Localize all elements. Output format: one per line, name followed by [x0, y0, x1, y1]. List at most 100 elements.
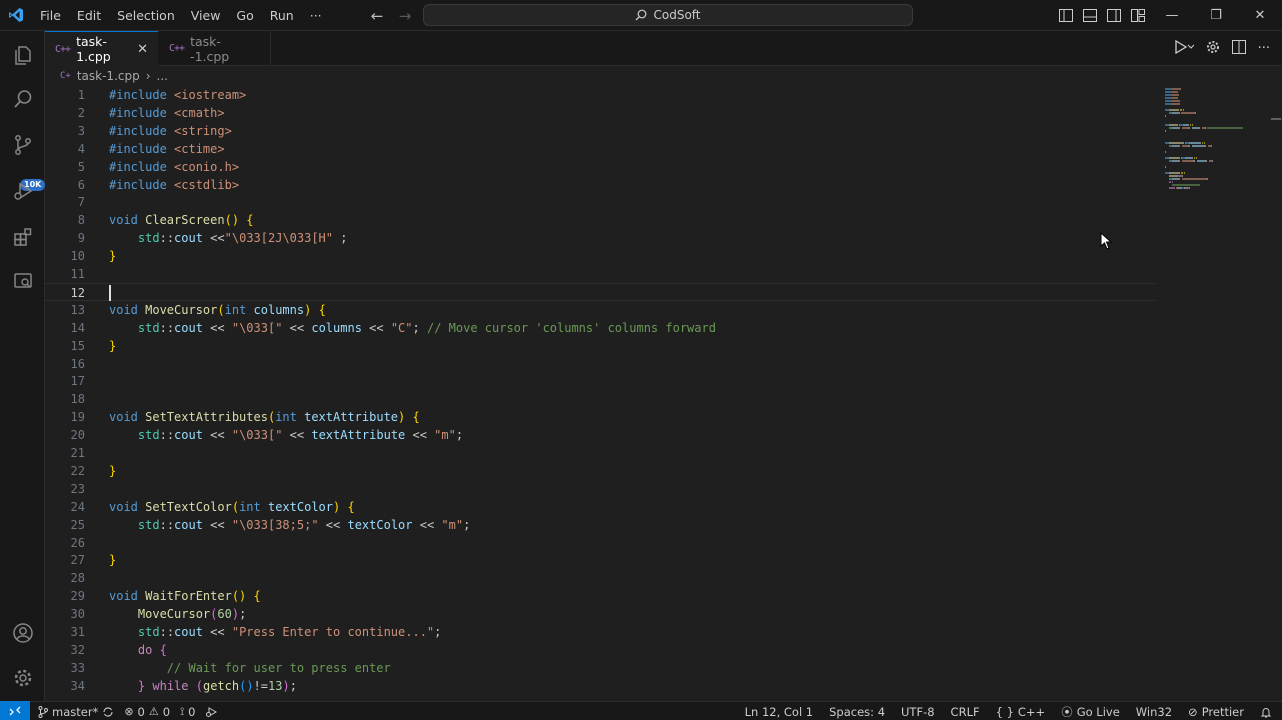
- minimize-button[interactable]: —: [1150, 0, 1194, 31]
- close-tab-icon[interactable]: ✕: [137, 42, 148, 57]
- split-editor-icon[interactable]: [1231, 40, 1246, 57]
- code-token: {: [318, 302, 326, 317]
- debug-launch-status[interactable]: [205, 706, 218, 718]
- close-window-button[interactable]: ✕: [1238, 0, 1282, 31]
- code-line[interactable]: 27}: [45, 551, 1155, 569]
- menu-edit[interactable]: Edit: [69, 0, 109, 31]
- code-line[interactable]: 10}: [45, 247, 1155, 265]
- remote-explorer-icon[interactable]: [0, 259, 45, 303]
- tab-task-1-cpp[interactable]: C++ task-1.cpp ✕: [45, 31, 158, 66]
- code-line[interactable]: 18: [45, 390, 1155, 408]
- code-line[interactable]: 1 #include <iostream>: [45, 86, 1155, 104]
- code-line[interactable]: 26: [45, 534, 1155, 552]
- search-view-icon[interactable]: [0, 77, 45, 121]
- toggle-secondary-sidebar-icon[interactable]: [1104, 6, 1124, 26]
- code-text: std::cout << "\033[" << textAttribute <<…: [109, 426, 463, 444]
- menu-more[interactable]: ···: [302, 0, 330, 31]
- explorer-icon[interactable]: [0, 33, 45, 77]
- code-line[interactable]: 22}: [45, 462, 1155, 480]
- minimap[interactable]: [1161, 86, 1261, 386]
- encoding[interactable]: UTF-8: [901, 705, 935, 719]
- branch-status[interactable]: master*: [38, 705, 114, 719]
- accounts-icon[interactable]: [0, 611, 45, 655]
- code-line[interactable]: 3 #include <string>: [45, 122, 1155, 140]
- line-ending[interactable]: CRLF: [951, 705, 980, 719]
- back-arrow-icon[interactable]: ←: [366, 7, 388, 25]
- branch-name: master*: [52, 704, 99, 719]
- run-debug-icon[interactable]: [0, 169, 45, 213]
- code-token: textAttribute: [311, 428, 406, 443]
- code-line[interactable]: 13 void MoveCursor(int columns) {: [45, 301, 1155, 319]
- restore-button[interactable]: ❐: [1194, 0, 1238, 31]
- manage-gear-icon[interactable]: [0, 656, 45, 700]
- language-mode[interactable]: { } C++: [996, 705, 1046, 719]
- command-center-search[interactable]: CodSoft: [423, 4, 913, 26]
- run-code-icon[interactable]: [1174, 39, 1194, 57]
- cursor-position[interactable]: Ln 12, Col 1: [745, 705, 814, 719]
- code-line[interactable]: 25 std::cout << "\033[38;5;" << textColo…: [45, 516, 1155, 534]
- line-number: 13: [70, 302, 85, 317]
- code-token: void: [109, 213, 138, 228]
- code-line[interactable]: 30 MoveCursor(60);: [45, 605, 1155, 623]
- code-token: int: [239, 499, 261, 514]
- settings-gear-icon[interactable]: [1206, 40, 1220, 57]
- prettier-status[interactable]: ⊘ Prettier: [1188, 705, 1244, 719]
- code-line[interactable]: 29 void WaitForEnter() {: [45, 587, 1155, 605]
- menu-go[interactable]: Go: [228, 0, 261, 31]
- code-line[interactable]: 2 #include <cmath>: [45, 104, 1155, 122]
- go-live-button[interactable]: ⦿ Go Live: [1061, 704, 1120, 720]
- editor-tab-bar: C++ task-1.cpp ✕ C++ task--1.cpp ···: [45, 31, 1282, 66]
- code-line[interactable]: 19 void SetTextAttributes(int textAttribu…: [45, 408, 1155, 426]
- code-line[interactable]: 17: [45, 372, 1155, 390]
- code-line[interactable]: 8 void ClearScreen() {: [45, 211, 1155, 229]
- ports-status[interactable]: ⟟ 0: [180, 705, 195, 719]
- toggle-primary-sidebar-icon[interactable]: [1056, 6, 1076, 26]
- code-line[interactable]: 33 // Wait for user to press enter: [45, 659, 1155, 677]
- platform-config[interactable]: Win32: [1136, 705, 1172, 719]
- tab-task--1-cpp[interactable]: C++ task--1.cpp: [159, 31, 271, 66]
- code-line[interactable]: 20 std::cout << "\033[" << textAttribute…: [45, 426, 1155, 444]
- code-text: void ClearScreen() {: [109, 211, 254, 229]
- breadcrumb-file[interactable]: task-1.cpp: [77, 69, 140, 83]
- indentation[interactable]: Spaces: 4: [829, 705, 885, 719]
- code-text: }: [109, 337, 116, 355]
- remote-indicator[interactable]: [0, 701, 30, 720]
- code-line[interactable]: 24 void SetTextColor(int textColor) {: [45, 498, 1155, 516]
- menu-file[interactable]: File: [32, 0, 69, 31]
- code-line[interactable]: 15}: [45, 337, 1155, 355]
- code-line[interactable]: 34 } while (getch()!=13);: [45, 677, 1155, 695]
- code-line[interactable]: 21: [45, 444, 1155, 462]
- code-line[interactable]: 16: [45, 355, 1155, 373]
- code-line[interactable]: 4 #include <ctime>: [45, 140, 1155, 158]
- code-editor[interactable]: 1 #include <iostream> 2 #include <cmath> 3 #i…: [45, 86, 1282, 701]
- code-line[interactable]: 6 #include <cstdlib>: [45, 176, 1155, 194]
- code-line[interactable]: 14 std::cout << "\033[" << columns << "C…: [45, 319, 1155, 337]
- code-line[interactable]: 28: [45, 569, 1155, 587]
- more-actions-icon[interactable]: ···: [1258, 41, 1270, 56]
- menu-view[interactable]: View: [183, 0, 229, 31]
- problems-status[interactable]: ⊗ 0 ⚠ 0: [124, 705, 170, 719]
- code-line[interactable]: 5 #include <conio.h>: [45, 158, 1155, 176]
- code-token: {: [253, 589, 261, 604]
- code-line[interactable]: 11: [45, 265, 1155, 283]
- menu-run[interactable]: Run: [262, 0, 302, 31]
- code-line[interactable]: 32 do {: [45, 641, 1155, 659]
- code-line[interactable]: 9 std::cout <<"\033[2J\033[H" ;: [45, 229, 1155, 247]
- code-line[interactable]: 31 std::cout << "Press Enter to continue…: [45, 623, 1155, 641]
- extensions-icon[interactable]: [0, 215, 45, 259]
- code-line[interactable]: 23: [45, 480, 1155, 498]
- customize-layout-icon[interactable]: [1128, 6, 1148, 26]
- source-control-icon[interactable]: [0, 123, 45, 167]
- current-code-line[interactable]: 12: [45, 282, 1155, 301]
- breadcrumb-symbols[interactable]: ...: [157, 69, 168, 83]
- code-text: #include <string>: [109, 122, 232, 140]
- code-token: ;: [434, 625, 442, 639]
- menu-selection[interactable]: Selection: [109, 0, 183, 31]
- notifications-bell-icon[interactable]: [1260, 706, 1272, 718]
- line-number: 21: [70, 446, 85, 460]
- code-line[interactable]: 7: [45, 193, 1155, 211]
- code-text: void MoveCursor(int columns) {: [109, 301, 326, 319]
- toggle-panel-icon[interactable]: [1080, 6, 1100, 26]
- forward-arrow-icon[interactable]: →: [394, 7, 416, 25]
